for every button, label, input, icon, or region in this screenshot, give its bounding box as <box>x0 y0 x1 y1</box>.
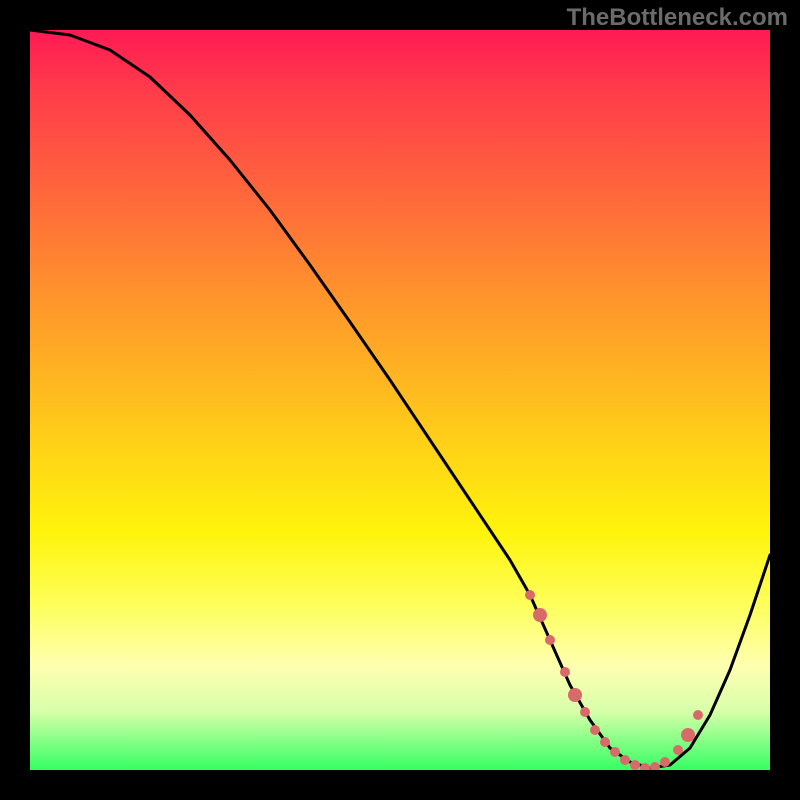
highlight-dot <box>533 608 547 622</box>
curve-svg <box>30 30 770 770</box>
highlight-dot <box>600 737 610 747</box>
highlight-dot <box>693 710 703 720</box>
highlight-dot <box>525 590 535 600</box>
highlight-dot <box>568 688 582 702</box>
plot-area <box>30 30 770 770</box>
watermark-text: TheBottleneck.com <box>567 4 788 32</box>
highlight-dot <box>590 725 600 735</box>
highlight-dot <box>620 755 630 765</box>
highlight-dot <box>630 760 640 770</box>
highlight-dot <box>545 635 555 645</box>
highlight-dot <box>580 707 590 717</box>
chart-container: TheBottleneck.com <box>0 0 800 800</box>
highlight-dot <box>610 747 620 757</box>
highlight-dot <box>660 757 670 767</box>
highlight-dot <box>673 745 683 755</box>
highlight-dot <box>650 762 660 770</box>
main-curve <box>30 30 770 768</box>
highlight-dot <box>681 728 695 742</box>
highlight-dots <box>525 590 703 770</box>
highlight-dot <box>560 667 570 677</box>
